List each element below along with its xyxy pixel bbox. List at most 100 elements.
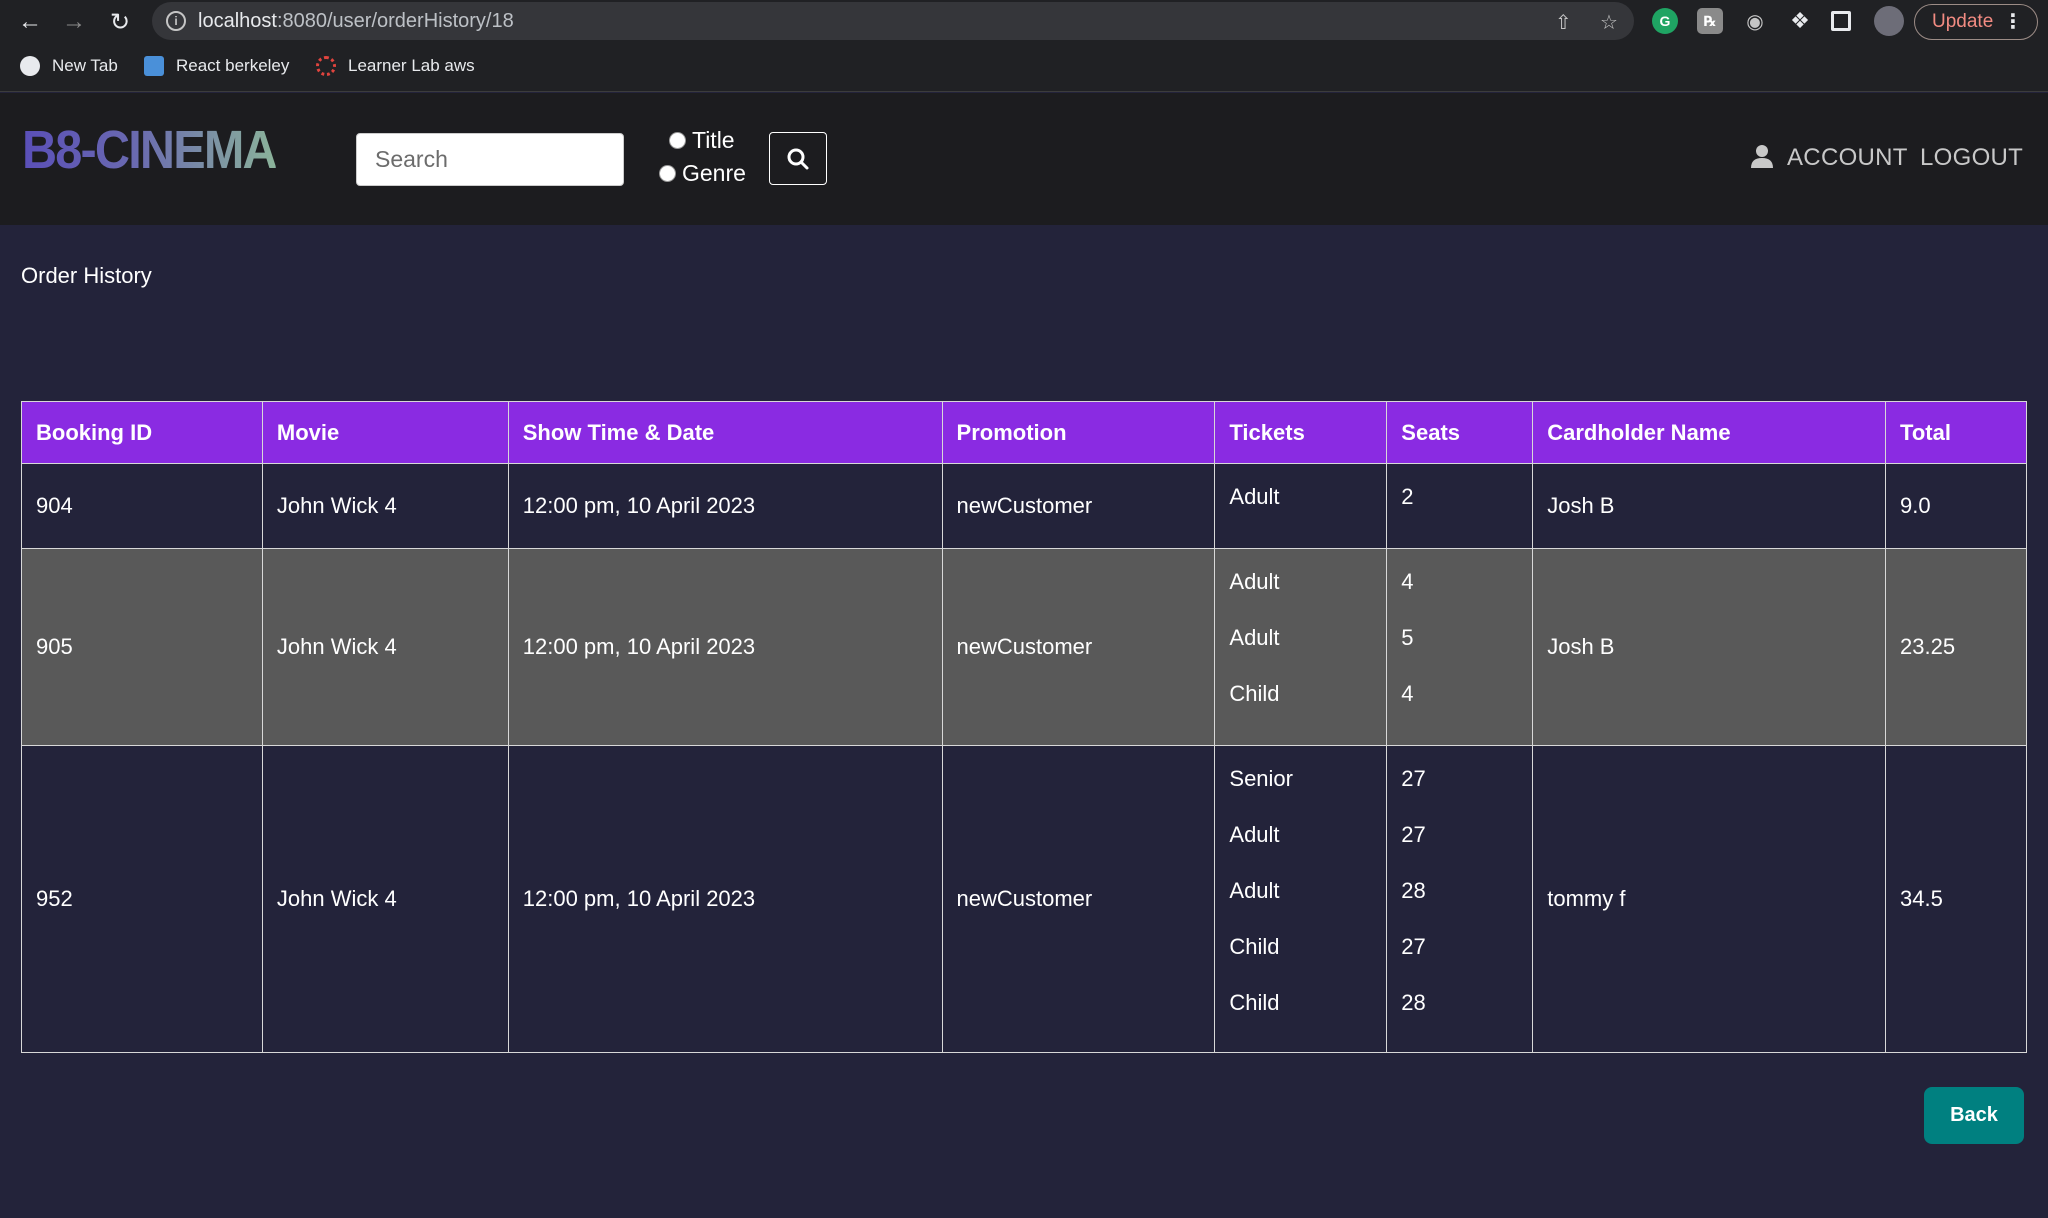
table-header-row: Booking ID Movie Show Time & Date Promot… <box>21 401 2027 464</box>
site-header: B8-CINEMA Title Genre ACCOUNT LOGOUT <box>0 93 2048 225</box>
bookmark-new-tab[interactable]: New Tab <box>20 50 118 82</box>
search-icon <box>787 148 809 169</box>
user-icon <box>1750 143 1774 176</box>
booking-id-cell: 904 <box>21 463 263 549</box>
ticket-type: Adult <box>1229 822 1280 847</box>
back-arrow-icon[interactable]: ← <box>14 6 46 38</box>
cardholder-cell: Josh B <box>1532 548 1887 746</box>
cardholder-cell: Josh B <box>1532 463 1887 549</box>
radio-title-option[interactable]: Title <box>669 125 735 155</box>
bookmark-label: React berkeley <box>176 56 290 75</box>
tickets-cell: Adult <box>1214 463 1388 549</box>
column-header: Movie <box>261 401 509 464</box>
column-header: Seats <box>1386 401 1534 464</box>
url-path: :8080/user/orderHistory/18 <box>276 10 514 32</box>
radio-genre[interactable] <box>659 164 676 182</box>
ticket-type: Child <box>1229 681 1280 706</box>
grammarly-extension-icon[interactable]: G <box>1652 8 1678 34</box>
order-history-table: Booking ID Movie Show Time & Date Promot… <box>21 401 2027 1053</box>
seat-number: 4 <box>1401 569 1414 594</box>
column-header: Cardholder Name <box>1532 401 1887 464</box>
promotion-cell: newCustomer <box>941 745 1216 1053</box>
ticket-type: Child <box>1229 934 1280 959</box>
profile-avatar[interactable] <box>1874 6 1904 36</box>
total-cell: 34.5 <box>1885 745 2027 1053</box>
site-info-icon[interactable]: i <box>166 11 186 31</box>
movie-cell: John Wick 4 <box>261 463 509 549</box>
booking-id-cell: 952 <box>21 745 263 1053</box>
url-host: localhost <box>198 10 277 32</box>
seat-number: 4 <box>1401 681 1414 706</box>
side-panel-icon[interactable] <box>1831 11 1851 31</box>
seats-cell: 4 5 4 <box>1386 548 1534 746</box>
column-header: Total <box>1885 401 2027 464</box>
browser-toolbar: ← → ↻ i localhost:8080/user/orderHistory… <box>0 0 2048 44</box>
booking-id-cell: 905 <box>21 548 263 746</box>
ticket-type: Child <box>1229 990 1280 1015</box>
tickets-cell: Adult Adult Child <box>1214 548 1388 746</box>
seat-number: 27 <box>1401 822 1426 847</box>
bookmark-learner-lab[interactable]: Learner Lab aws <box>316 50 475 82</box>
ticket-type: Senior <box>1229 766 1293 791</box>
column-header: Booking ID <box>21 401 263 464</box>
globe-icon <box>20 56 40 76</box>
seat-number: 28 <box>1401 878 1426 903</box>
radio-title-label: Title <box>692 126 735 153</box>
search-input[interactable] <box>356 133 624 186</box>
bookmark-label: New Tab <box>52 56 118 75</box>
column-header: Promotion <box>941 401 1216 464</box>
column-header: Tickets <box>1214 401 1388 464</box>
browser-chrome: ← → ↻ i localhost:8080/user/orderHistory… <box>0 0 2048 92</box>
cardholder-cell: tommy f <box>1532 745 1887 1053</box>
showtime-cell: 12:00 pm, 10 April 2023 <box>507 548 943 746</box>
extension-icon[interactable]: ℞ <box>1697 8 1723 34</box>
total-cell: 9.0 <box>1885 463 2027 549</box>
search-button[interactable] <box>769 132 827 185</box>
movie-cell: John Wick 4 <box>261 548 509 746</box>
ticket-type: Adult <box>1229 625 1280 650</box>
promotion-cell: newCustomer <box>941 548 1216 746</box>
radio-title[interactable] <box>669 131 686 149</box>
total-cell: 23.25 <box>1885 548 2027 746</box>
table-row: 904 John Wick 4 12:00 pm, 10 April 2023 … <box>21 463 2027 549</box>
ticket-type: Adult <box>1229 484 1280 509</box>
bookmarks-bar: New Tab React berkeley Learner Lab aws <box>0 50 2048 82</box>
update-button[interactable]: Update ⋮ <box>1914 4 2038 40</box>
tickets-cell: Senior Adult Adult Child Child <box>1214 745 1388 1053</box>
page-title: Order History <box>21 263 152 288</box>
radio-genre-option[interactable]: Genre <box>659 158 746 188</box>
movie-cell: John Wick 4 <box>261 745 509 1053</box>
showtime-cell: 12:00 pm, 10 April 2023 <box>507 745 943 1053</box>
column-header: Show Time & Date <box>507 401 943 464</box>
address-bar[interactable]: i localhost:8080/user/orderHistory/18 ⇧ … <box>152 2 1634 40</box>
seat-number: 27 <box>1401 766 1426 791</box>
address-url: localhost:8080/user/orderHistory/18 <box>198 10 514 33</box>
monitor-icon <box>144 56 164 76</box>
seat-number: 5 <box>1401 625 1414 650</box>
seats-cell: 27 27 28 27 28 <box>1386 745 1534 1053</box>
camera-extension-icon[interactable]: ◉ <box>1742 8 1768 34</box>
bookmark-react-berkeley[interactable]: React berkeley <box>144 50 289 82</box>
radio-genre-label: Genre <box>682 159 746 186</box>
logout-link[interactable]: LOGOUT <box>1920 144 2023 172</box>
ticket-type: Adult <box>1229 878 1280 903</box>
site-logo[interactable]: B8-CINEMA <box>22 119 278 181</box>
share-icon[interactable]: ⇧ <box>1555 10 1572 35</box>
reload-icon[interactable]: ↻ <box>104 6 136 38</box>
seat-number: 27 <box>1401 934 1426 959</box>
aws-icon <box>316 56 336 76</box>
back-button[interactable]: Back <box>1924 1087 2024 1144</box>
seat-number: 28 <box>1401 990 1426 1015</box>
forward-arrow-icon[interactable]: → <box>58 6 90 38</box>
showtime-cell: 12:00 pm, 10 April 2023 <box>507 463 943 549</box>
account-link[interactable]: ACCOUNT <box>1787 144 1908 172</box>
bookmark-star-icon[interactable]: ☆ <box>1600 10 1618 35</box>
table-row: 905 John Wick 4 12:00 pm, 10 April 2023 … <box>21 548 2027 746</box>
ticket-type: Adult <box>1229 569 1280 594</box>
promotion-cell: newCustomer <box>941 463 1216 549</box>
menu-dots-icon[interactable]: ⋮ <box>2003 9 2023 34</box>
puzzle-extensions-icon[interactable]: ❖ <box>1787 8 1813 34</box>
seat-number: 2 <box>1401 484 1414 509</box>
table-row: 952 John Wick 4 12:00 pm, 10 April 2023 … <box>21 745 2027 1053</box>
seats-cell: 2 <box>1386 463 1534 549</box>
